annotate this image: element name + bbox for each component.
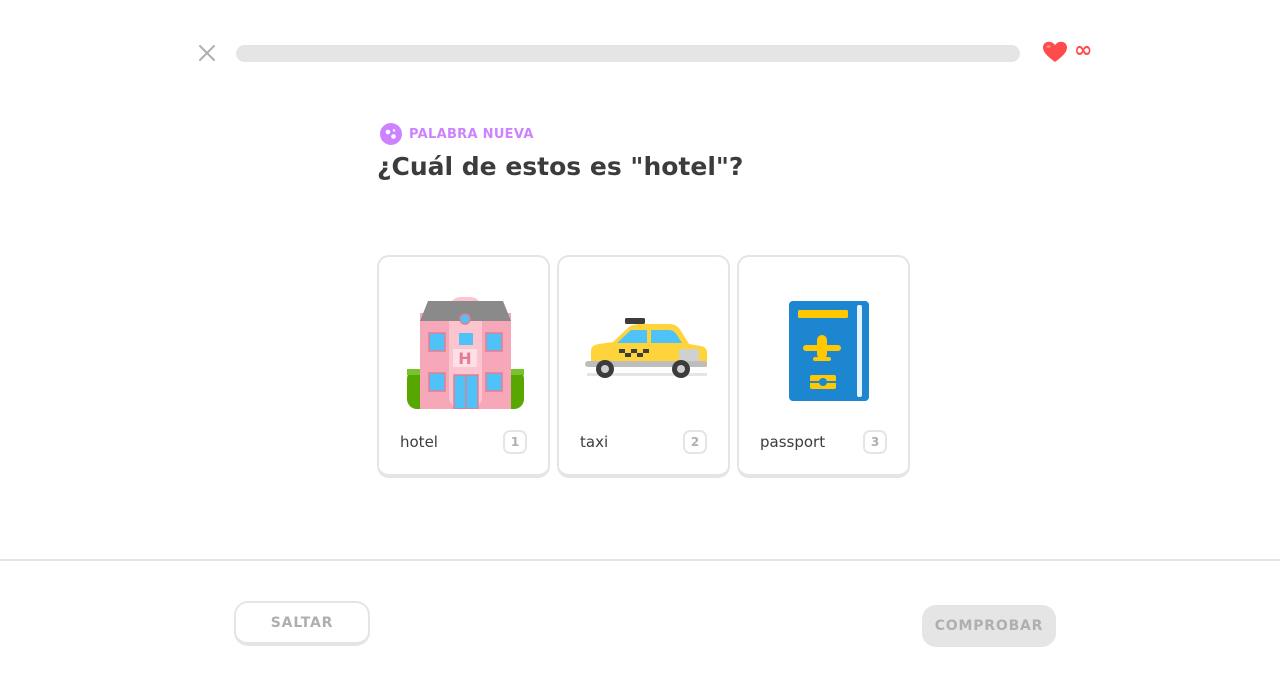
choice-label: hotel xyxy=(400,433,438,451)
hearts-indicator[interactable]: ∞ xyxy=(1042,38,1093,63)
hearts-count: ∞ xyxy=(1074,38,1093,63)
choice-label: passport xyxy=(760,433,826,451)
taxi-icon xyxy=(585,318,707,378)
skip-button[interactable]: SALTAR xyxy=(234,601,370,646)
close-button[interactable] xyxy=(196,42,218,64)
choice-key: 2 xyxy=(683,430,707,454)
new-word-icon xyxy=(380,123,402,145)
new-word-badge: PALABRA NUEVA xyxy=(380,123,534,145)
choice-label: taxi xyxy=(580,433,609,451)
heart-icon xyxy=(1043,41,1067,62)
footer-bar: SALTAR COMPROBAR xyxy=(0,559,1280,674)
check-button[interactable]: COMPROBAR xyxy=(922,605,1056,647)
choice-hotel[interactable]: H hotel 1 xyxy=(377,255,550,478)
hotel-icon: H xyxy=(407,297,524,409)
close-icon xyxy=(199,45,215,61)
badge-label: PALABRA NUEVA xyxy=(409,126,534,142)
svg-text:H: H xyxy=(458,349,471,368)
progress-bar xyxy=(236,45,1020,62)
passport-icon xyxy=(789,301,869,401)
question-title: ¿Cuál de estos es "hotel"? xyxy=(377,152,744,181)
choice-passport[interactable]: passport 3 xyxy=(737,255,910,478)
choice-list: H hotel 1 taxi 2 passport 3 xyxy=(377,255,910,478)
choice-taxi[interactable]: taxi 2 xyxy=(557,255,730,478)
choice-key: 1 xyxy=(503,430,527,454)
choice-key: 3 xyxy=(863,430,887,454)
